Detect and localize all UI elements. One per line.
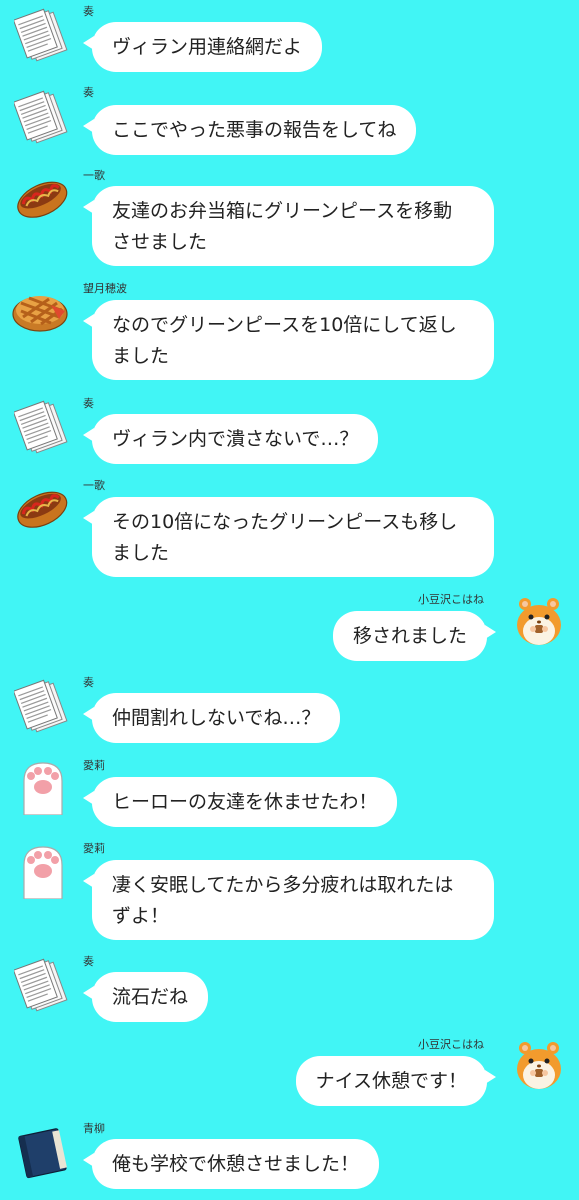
message-bubble[interactable]: ヴィラン用連絡網だよ <box>82 22 323 72</box>
sender-name: 青柳 <box>83 1122 105 1135</box>
documents-icon[interactable] <box>14 5 72 63</box>
sender-name: 望月穂波 <box>83 282 127 295</box>
sender-name: 奏 <box>83 676 94 689</box>
sender-name: 愛莉 <box>83 842 105 855</box>
sender-name: 奏 <box>83 86 94 99</box>
hamster-icon[interactable] <box>510 1035 568 1093</box>
message-bubble[interactable]: 仲間割れしないでね…？ <box>82 693 341 743</box>
sender-name: 小豆沢こはね <box>418 1038 484 1051</box>
sender-name: 奏 <box>83 955 94 968</box>
message-bubble[interactable]: 俺も学校で休憩させました！ <box>82 1139 380 1189</box>
sender-name: 一歌 <box>83 169 105 182</box>
message-bubble[interactable]: ヴィラン内で潰さないで…？ <box>82 414 379 464</box>
sender-name: 小豆沢こはね <box>418 593 484 606</box>
bread-icon[interactable] <box>12 478 70 536</box>
documents-icon[interactable] <box>14 397 72 455</box>
documents-icon[interactable] <box>14 87 72 145</box>
sender-name: 奏 <box>83 5 94 18</box>
sender-name: 奏 <box>83 397 94 410</box>
documents-icon[interactable] <box>14 955 72 1013</box>
bread-icon[interactable] <box>12 168 70 226</box>
sender-name: 一歌 <box>83 479 105 492</box>
message-bubble[interactable]: ナイス休憩です！ <box>295 1056 497 1106</box>
message-bubble[interactable]: なのでグリーンピースを10倍にして返し ました <box>83 300 494 380</box>
message-bubble[interactable]: 流石だね <box>82 972 209 1022</box>
message-bubble[interactable]: 移されました <box>332 611 497 661</box>
hamster-icon[interactable] <box>510 591 568 649</box>
message-bubble[interactable]: 凄く安眠してたから多分疲れは取れたは ずよ！ <box>83 860 494 940</box>
message-bubble[interactable]: 友達のお弁当箱にグリーンピースを移動 させました <box>83 186 494 266</box>
sender-name: 愛莉 <box>83 759 105 772</box>
message-bubble[interactable]: ここでやった悪事の報告をしてね <box>82 105 417 155</box>
pie-icon[interactable] <box>11 281 69 339</box>
paw-icon[interactable] <box>14 841 72 899</box>
message-bubble[interactable]: その10倍になったグリーンピースも移し ました <box>83 497 494 577</box>
documents-icon[interactable] <box>14 676 72 734</box>
message-bubble[interactable]: ヒーローの友達を休ませたわ！ <box>82 777 398 827</box>
book-icon[interactable] <box>14 1122 72 1180</box>
paw-icon[interactable] <box>14 757 72 815</box>
